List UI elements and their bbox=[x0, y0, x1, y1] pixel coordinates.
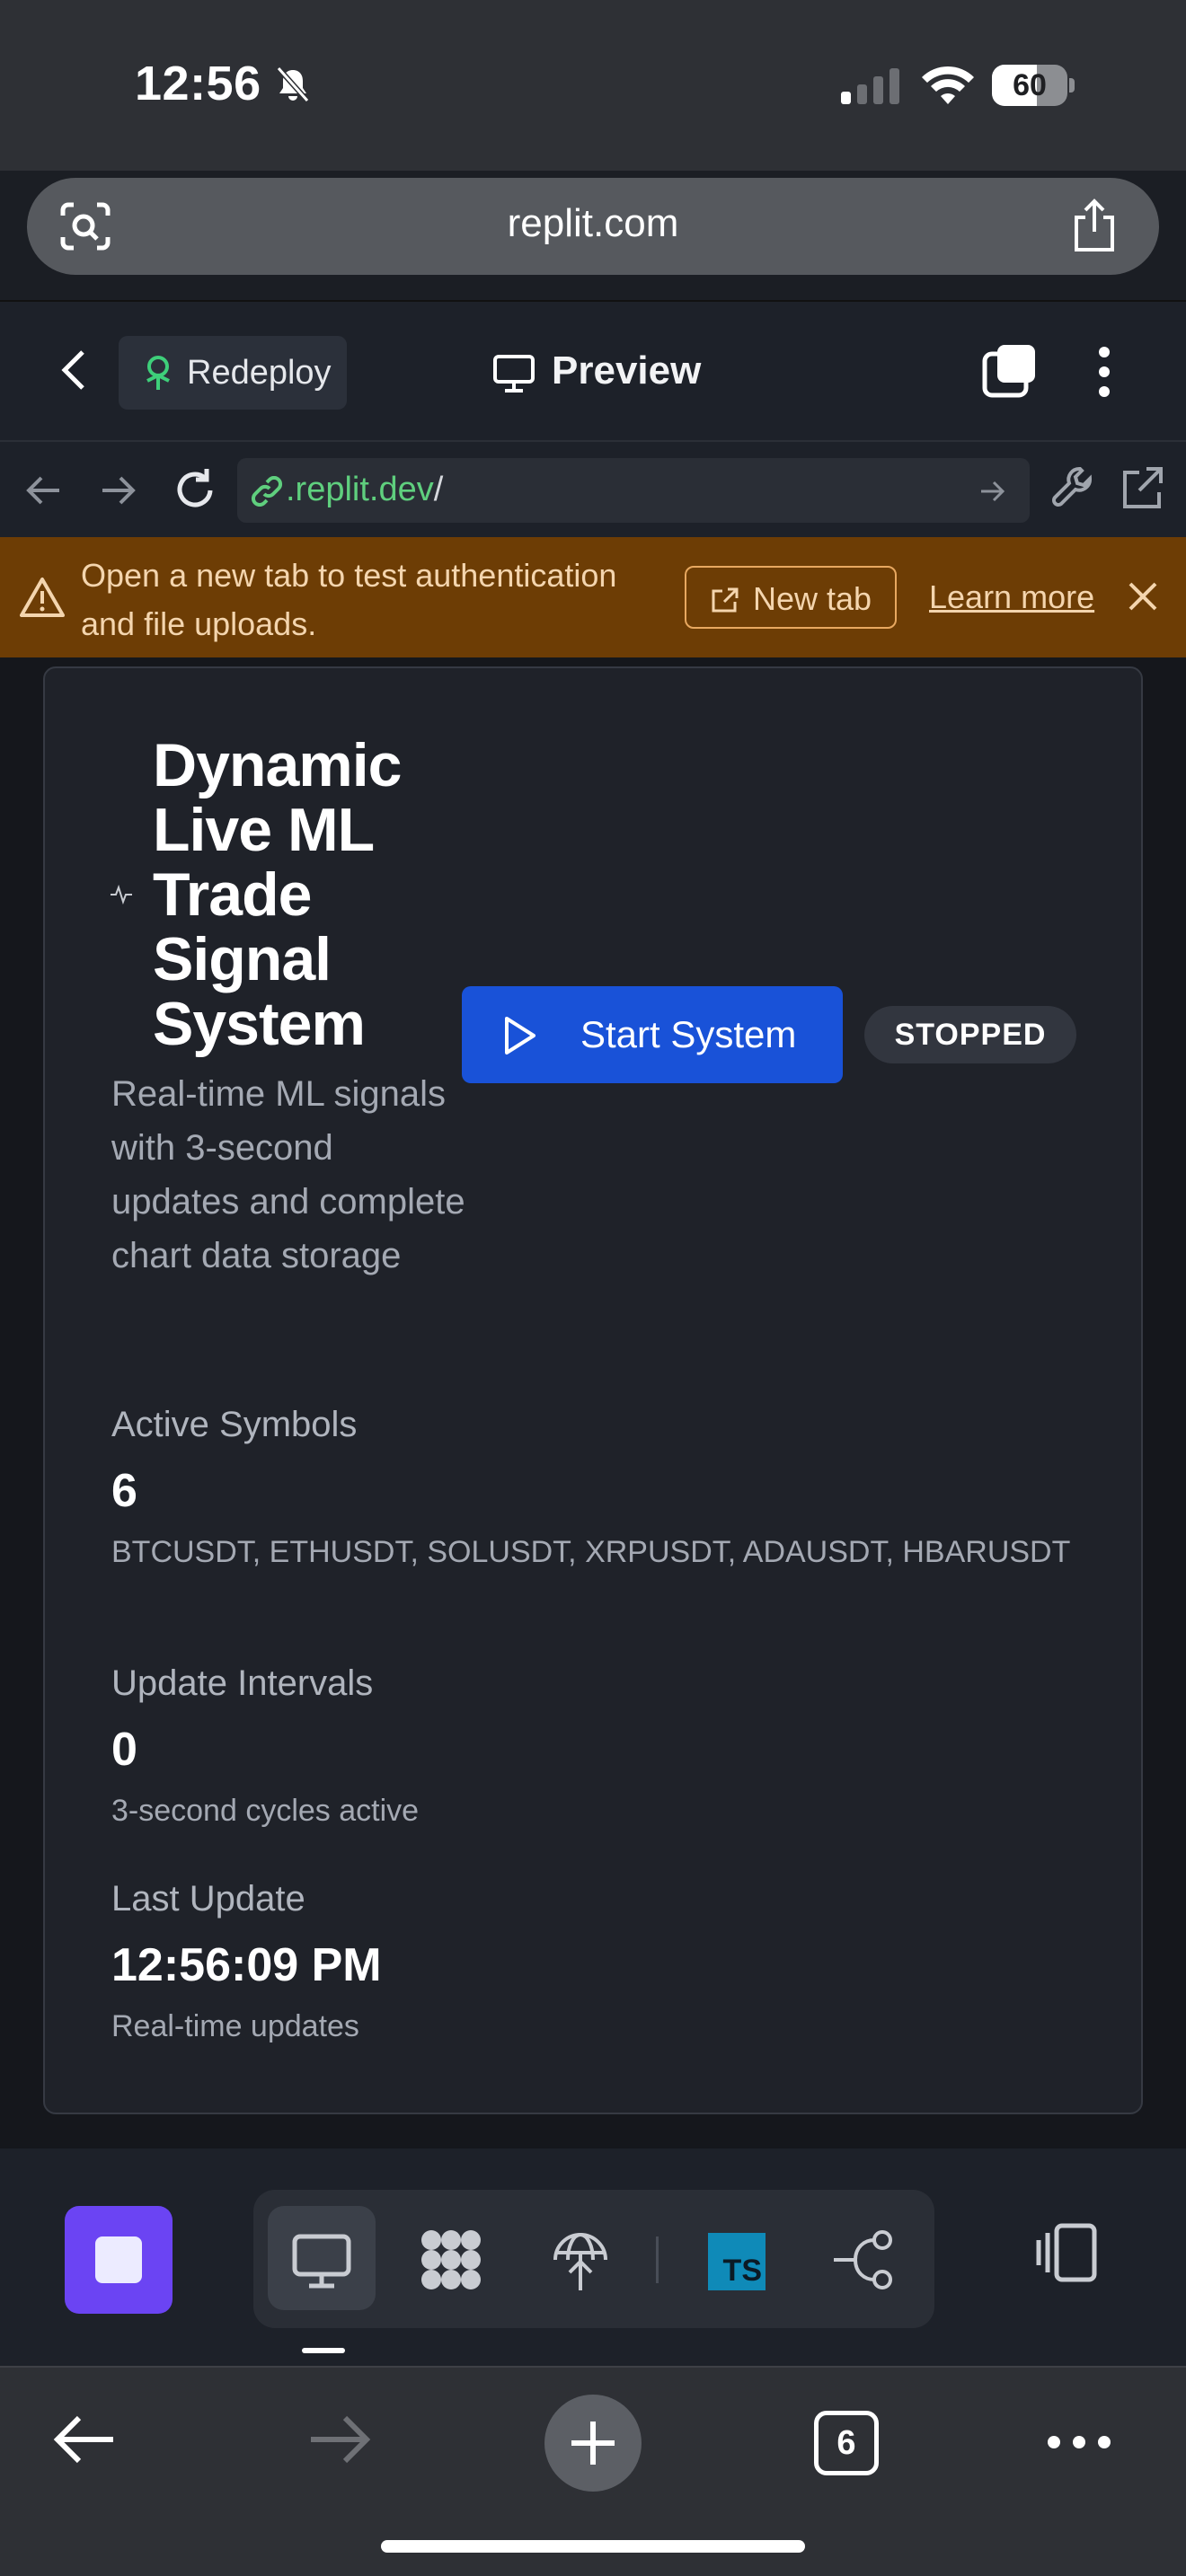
status-badge: STOPPED bbox=[864, 1006, 1076, 1063]
auth-warning-banner: Open a new tab to test authentication an… bbox=[0, 537, 1186, 657]
stat-value: 6 bbox=[111, 1465, 137, 1517]
tool-separator bbox=[656, 2236, 659, 2283]
battery-indicator: 60 bbox=[992, 65, 1075, 106]
play-icon bbox=[505, 1017, 535, 1054]
close-icon[interactable] bbox=[1127, 580, 1159, 613]
typescript-icon[interactable]: TS bbox=[708, 2233, 766, 2290]
status-bar: 12:56 60 bbox=[0, 0, 1186, 171]
stat-value: 12:56:09 PM bbox=[111, 1939, 382, 1991]
stat-label: Update Intervals bbox=[111, 1663, 374, 1703]
replit-dock: TS bbox=[0, 2148, 1186, 2366]
more-vertical-icon[interactable] bbox=[1096, 345, 1112, 399]
arrow-left-icon[interactable] bbox=[23, 472, 63, 508]
replit-header: Redeploy Preview bbox=[0, 300, 1186, 440]
activity-icon bbox=[111, 884, 132, 905]
monitor-icon bbox=[493, 355, 535, 393]
browser-domain[interactable]: replit.com bbox=[27, 201, 1159, 246]
bell-off-icon bbox=[276, 66, 310, 102]
new-tab-label: New tab bbox=[753, 580, 872, 617]
start-system-button[interactable]: Start System bbox=[462, 986, 843, 1083]
tool-group: TS bbox=[253, 2190, 934, 2328]
stat-note: Real-time updates bbox=[111, 2009, 359, 2043]
git-branch-icon[interactable] bbox=[830, 2226, 898, 2294]
stat-note: 3-second cycles active bbox=[111, 1794, 420, 1828]
redeploy-button[interactable]: Redeploy bbox=[119, 336, 347, 410]
deploy-globe-icon[interactable] bbox=[546, 2226, 615, 2294]
system-card: Dynamic Live ML Trade Signal System Real… bbox=[43, 666, 1143, 2114]
open-external-icon bbox=[712, 587, 739, 613]
preview-address: .replit.dev/ bbox=[286, 471, 444, 508]
layout-toggle-icon[interactable] bbox=[1035, 2220, 1100, 2285]
devtools-wrench-icon[interactable] bbox=[1049, 463, 1096, 514]
browser-url-bar[interactable]: replit.com bbox=[27, 178, 1159, 275]
banner-message: Open a new tab to test authentication an… bbox=[81, 557, 617, 642]
stat-label: Last Update bbox=[111, 1879, 305, 1919]
active-tool-indicator bbox=[302, 2348, 345, 2353]
preview-nav-bar: .replit.dev/ bbox=[0, 440, 1186, 537]
clock: 12:56 bbox=[135, 57, 261, 110]
start-system-label: Start System bbox=[580, 1013, 797, 1055]
redeploy-label: Redeploy bbox=[187, 354, 332, 392]
browser-back-icon[interactable] bbox=[52, 2413, 117, 2466]
signal-icon bbox=[841, 68, 899, 104]
new-tab-button[interactable]: New tab bbox=[685, 566, 897, 629]
warning-icon bbox=[20, 578, 65, 617]
preview-label: Preview bbox=[552, 348, 702, 393]
monitor-icon[interactable] bbox=[288, 2226, 356, 2294]
new-tab-plus-button[interactable] bbox=[544, 2395, 642, 2492]
tab-count-button[interactable]: 6 bbox=[814, 2411, 879, 2475]
learn-more-link[interactable]: Learn more bbox=[929, 578, 1094, 616]
stat-value: 0 bbox=[111, 1724, 137, 1776]
page-subtitle: Real-time ML signals with 3-second updat… bbox=[111, 1074, 465, 1275]
home-indicator bbox=[381, 2540, 805, 2553]
preview-address-field[interactable]: .replit.dev/ bbox=[237, 458, 1030, 523]
go-arrow-icon[interactable] bbox=[979, 480, 1006, 503]
rocket-icon bbox=[146, 356, 170, 390]
plus-icon bbox=[571, 2422, 615, 2465]
more-horizontal-icon[interactable] bbox=[1046, 2434, 1112, 2450]
chevron-left-icon[interactable] bbox=[56, 345, 92, 395]
stat-note: BTCUSDT, ETHUSDT, SOLUSDT, XRPUSDT, ADAU… bbox=[111, 1535, 1071, 1569]
wifi-icon bbox=[922, 66, 974, 104]
page-title: Dynamic Live ML Trade Signal System bbox=[153, 731, 402, 1058]
browser-forward-icon[interactable] bbox=[307, 2413, 372, 2466]
reload-icon[interactable] bbox=[173, 465, 217, 512]
tabs-switch-icon[interactable] bbox=[981, 341, 1039, 401]
stop-button[interactable] bbox=[65, 2206, 173, 2314]
arrow-right-icon[interactable] bbox=[99, 472, 138, 508]
packages-icon[interactable] bbox=[417, 2226, 485, 2294]
open-external-icon[interactable] bbox=[1120, 463, 1164, 512]
share-icon[interactable] bbox=[1069, 198, 1120, 253]
stat-label: Active Symbols bbox=[111, 1405, 358, 1444]
link-icon bbox=[251, 476, 283, 507]
